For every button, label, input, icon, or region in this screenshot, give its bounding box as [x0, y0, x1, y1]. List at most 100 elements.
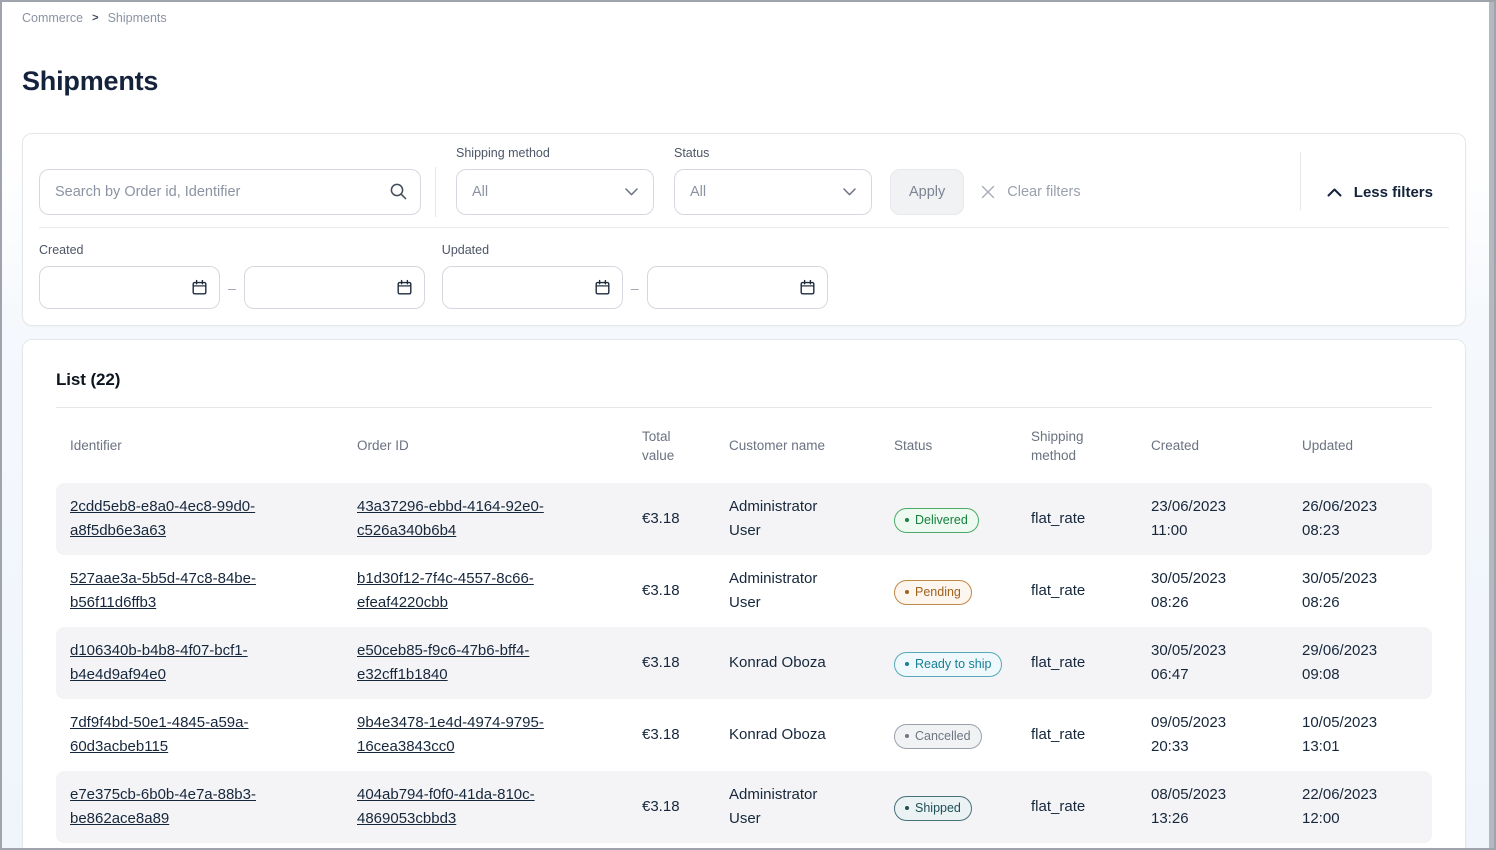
updated-to-field [647, 266, 828, 309]
status-badge-label: Delivered [915, 513, 968, 527]
customer-name-cell: Administrator User [715, 567, 880, 615]
filters-row-main: Shipping method All Status All Apply [23, 134, 1465, 227]
updated-cell: 10/05/202313:01 [1288, 711, 1434, 759]
breadcrumb-item-shipments: Shipments [108, 11, 167, 25]
close-icon [980, 184, 996, 200]
table-row: e7e375cb-6b0b-4e7a-88b3-be862ace8a89 404… [56, 771, 1432, 843]
shipping-method-select[interactable]: All [456, 169, 654, 215]
divider [435, 167, 436, 217]
status-dot-icon [905, 662, 909, 666]
status-cell: Ready to ship [880, 650, 1017, 677]
shipping-method-cell: flat_rate [1017, 795, 1137, 819]
page-header: Commerce > Shipments Shipments [2, 2, 1494, 97]
identifier-cell: 2cdd5eb8-e8a0-4ec8-99d0-a8f5db6e3a63 [56, 495, 343, 543]
total-value-cell: €3.18 [628, 795, 715, 819]
created-label: Created [39, 243, 425, 257]
less-filters-toggle[interactable]: Less filters [1327, 169, 1433, 215]
calendar-icon [799, 279, 816, 296]
calendar-icon [594, 279, 611, 296]
order-id-link[interactable]: b1d30f12-7f4c-4557-8c66-efeaf4220cbb [357, 567, 597, 615]
created-cell: 30/05/202308:26 [1137, 567, 1288, 615]
shipping-method-label: Shipping method [456, 146, 654, 160]
shipping-method-cell: flat_rate [1017, 651, 1137, 675]
search-input[interactable] [39, 169, 421, 215]
shipping-method-value: All [472, 184, 488, 200]
status-dot-icon [905, 590, 909, 594]
apply-button[interactable]: Apply [890, 169, 964, 215]
identifier-cell: 527aae3a-5b5d-47c8-84be-b56f11d6ffb3 [56, 567, 343, 615]
identifier-cell: 7df9f4bd-50e1-4845-a59a-60d3acbeb115 [56, 711, 343, 759]
search-icon [389, 182, 408, 201]
identifier-link[interactable]: 7df9f4bd-50e1-4845-a59a-60d3acbeb115 [70, 711, 310, 759]
status-badge-label: Ready to ship [915, 657, 991, 671]
identifier-cell: d106340b-b4b8-4f07-bcf1-b4e4d9af94e0 [56, 639, 343, 687]
shipping-method-cell: flat_rate [1017, 723, 1137, 747]
status-select[interactable]: All [674, 169, 872, 215]
order-id-link[interactable]: 9b4e3478-1e4d-4974-9795-16cea3843cc0 [357, 711, 597, 759]
status-badge: Ready to ship [894, 652, 1002, 677]
identifier-link[interactable]: 2cdd5eb8-e8a0-4ec8-99d0-a8f5db6e3a63 [70, 495, 310, 543]
updated-cell: 22/06/202312:00 [1288, 783, 1434, 831]
table-row: d106340b-b4b8-4f07-bcf1-b4e4d9af94e0 e50… [56, 627, 1432, 699]
created-date-filter: Created – [39, 243, 425, 309]
status-cell: Shipped [880, 794, 1017, 821]
search-field [39, 169, 421, 215]
updated-label: Updated [442, 243, 828, 257]
status-badge: Shipped [894, 796, 972, 821]
status-filter: Status All [674, 146, 872, 215]
customer-name-cell: Konrad Oboza [715, 723, 880, 747]
identifier-link[interactable]: e7e375cb-6b0b-4e7a-88b3-be862ace8a89 [70, 783, 310, 831]
updated-date-filter: Updated – [442, 243, 828, 309]
scrollbar[interactable] [1489, 2, 1494, 848]
created-cell: 23/06/202311:00 [1137, 495, 1288, 543]
clear-filters-button[interactable]: Clear filters [980, 169, 1080, 215]
customer-name-cell: Administrator User [715, 495, 880, 543]
chevron-down-icon [843, 188, 856, 196]
breadcrumb-item-commerce[interactable]: Commerce [22, 11, 83, 25]
updated-from-field [442, 266, 623, 309]
status-badge-label: Cancelled [915, 729, 971, 743]
identifier-link[interactable]: d106340b-b4b8-4f07-bcf1-b4e4d9af94e0 [70, 639, 310, 687]
status-badge: Delivered [894, 508, 979, 533]
status-dot-icon [905, 734, 909, 738]
app-window: Commerce > Shipments Shipments Shipping … [0, 0, 1496, 850]
column-header-updated: Updated [1288, 436, 1434, 455]
calendar-icon [396, 279, 413, 296]
filters-row-dates: Created – [23, 228, 1465, 325]
column-header-customer-name: Customer name [715, 436, 880, 455]
column-header-status: Status [880, 436, 1017, 455]
status-badge-label: Pending [915, 585, 961, 599]
status-cell: Delivered [880, 506, 1017, 533]
created-from-field [39, 266, 220, 309]
status-badge-label: Shipped [915, 801, 961, 815]
breadcrumb: Commerce > Shipments [22, 10, 1474, 26]
status-dot-icon [905, 518, 909, 522]
less-filters-label: Less filters [1354, 184, 1433, 201]
total-value-cell: €3.18 [628, 651, 715, 675]
status-cell: Pending [880, 578, 1017, 605]
column-header-total-value: Total value [628, 427, 715, 465]
order-id-cell: e50ceb85-f9c6-47b6-bff4-e32cff1b1840 [343, 639, 628, 687]
column-header-identifier: Identifier [56, 436, 343, 455]
status-badge: Pending [894, 580, 972, 605]
filters-panel: Shipping method All Status All Apply [22, 133, 1466, 326]
order-id-link[interactable]: 404ab794-f0f0-41da-810c-4869053cbbd3 [357, 783, 597, 831]
order-id-cell: b1d30f12-7f4c-4557-8c66-efeaf4220cbb [343, 567, 628, 615]
created-to-field [244, 266, 425, 309]
shipping-method-cell: flat_rate [1017, 507, 1137, 531]
shipping-method-cell: flat_rate [1017, 579, 1137, 603]
table-row: 2cdd5eb8-e8a0-4ec8-99d0-a8f5db6e3a63 43a… [56, 483, 1432, 555]
order-id-link[interactable]: e50ceb85-f9c6-47b6-bff4-e32cff1b1840 [357, 639, 597, 687]
order-id-link[interactable]: 43a37296-ebbd-4164-92e0-c526a340b6b4 [357, 495, 597, 543]
shipping-method-filter: Shipping method All [456, 146, 654, 215]
table-row: 527aae3a-5b5d-47c8-84be-b56f11d6ffb3 b1d… [56, 555, 1432, 627]
created-cell: 09/05/202320:33 [1137, 711, 1288, 759]
identifier-link[interactable]: 527aae3a-5b5d-47c8-84be-b56f11d6ffb3 [70, 567, 310, 615]
customer-name-cell: Administrator User [715, 783, 880, 831]
column-header-order-id: Order ID [343, 436, 628, 455]
range-separator: – [228, 280, 236, 296]
table-row: 7df9f4bd-50e1-4845-a59a-60d3acbeb115 9b4… [56, 699, 1432, 771]
breadcrumb-separator-icon: > [92, 12, 98, 24]
order-id-cell: 43a37296-ebbd-4164-92e0-c526a340b6b4 [343, 495, 628, 543]
total-value-cell: €3.18 [628, 579, 715, 603]
